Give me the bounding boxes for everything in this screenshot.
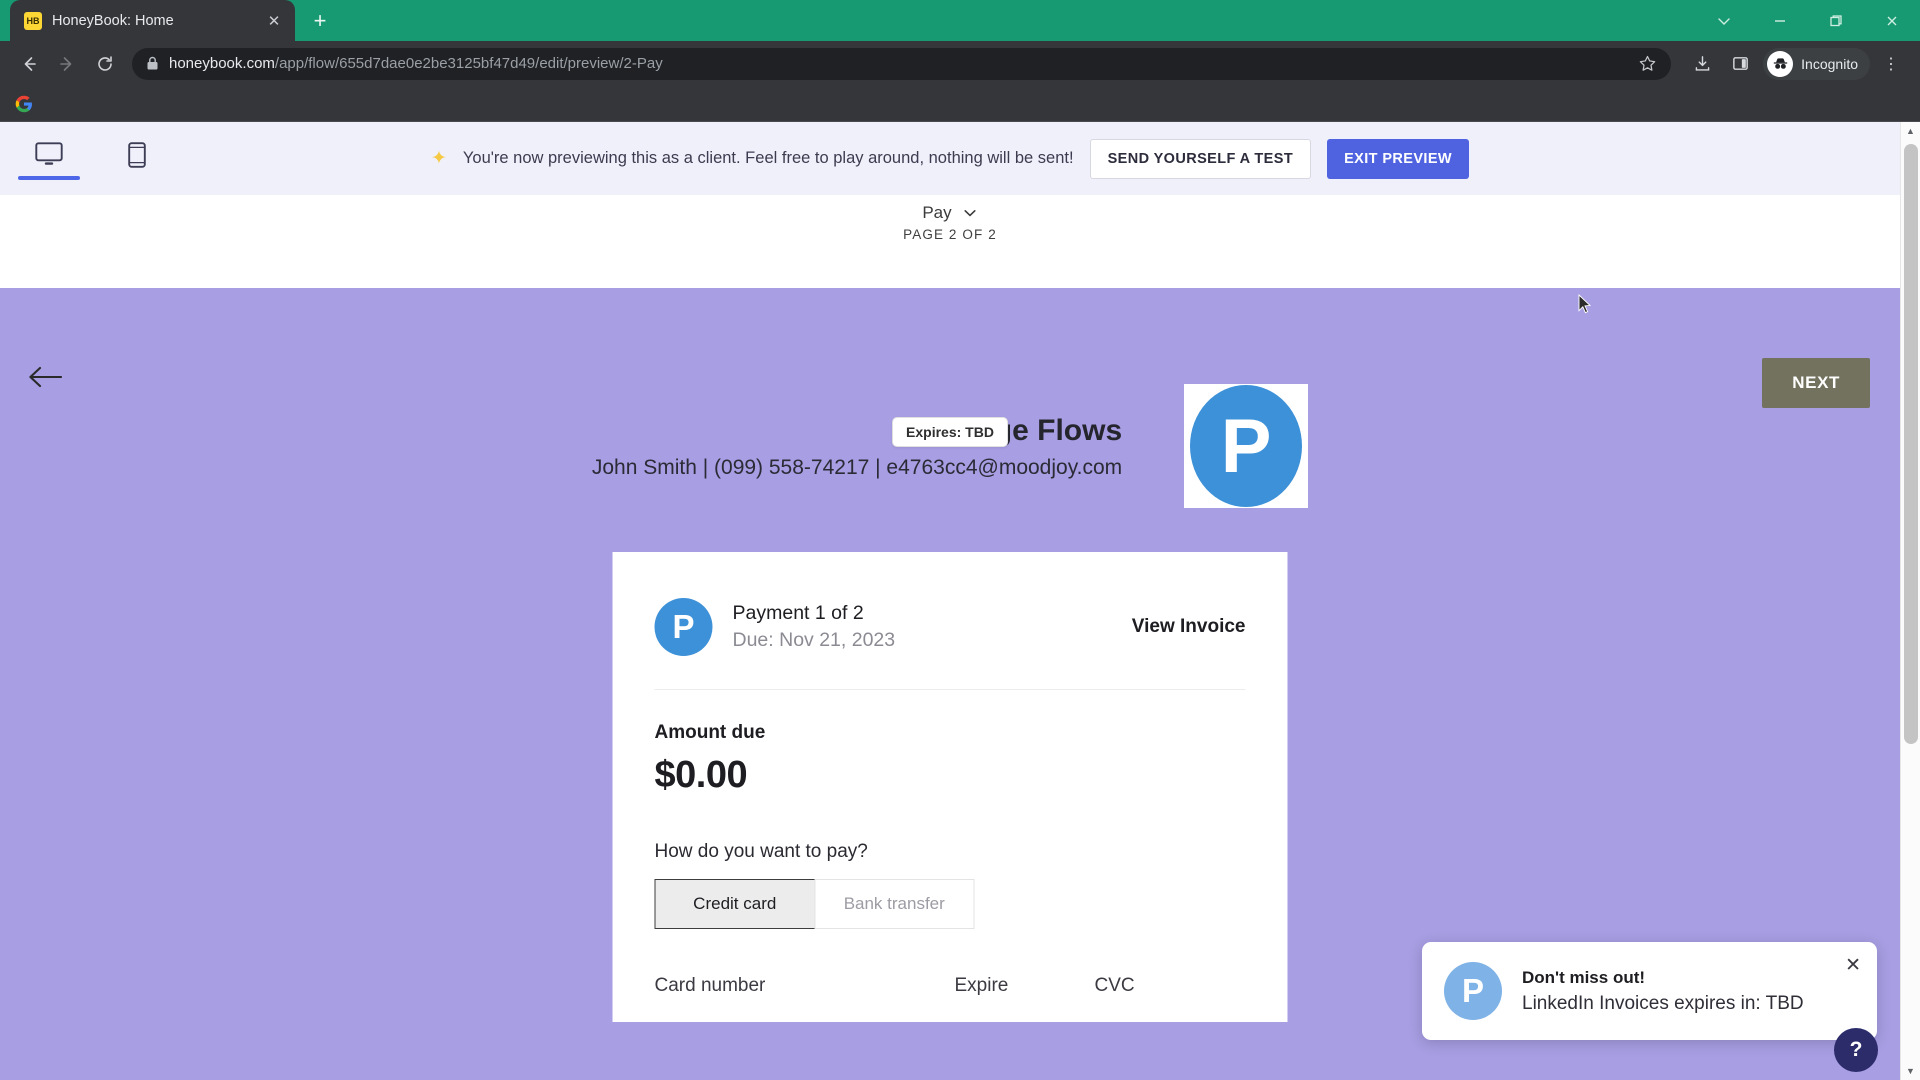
section-label: Pay [922,203,952,222]
payment-method-selector: Credit card Bank transfer [654,879,975,929]
scroll-up-icon[interactable]: ▲ [1901,122,1920,140]
section-selector[interactable]: Pay [922,203,977,223]
view-invoice-link[interactable]: View Invoice [1132,616,1246,638]
toast-title: Don't miss out! [1522,967,1646,987]
url-text: honeybook.com/app/flow/655d7dae0e2be3125… [169,55,663,72]
profile-label: Incognito [1801,55,1858,72]
payment-card: P Payment 1 of 2 Due: Nov 21, 2023 View … [612,552,1288,1022]
close-icon[interactable]: ✕ [1845,954,1861,977]
brand-contact-line: John Smith | (099) 558-74217 | e4763cc4@… [591,455,1123,479]
scroll-down-icon[interactable]: ▼ [1901,1062,1920,1080]
download-icon[interactable] [1685,47,1719,81]
address-bar[interactable]: honeybook.com/app/flow/655d7dae0e2be3125… [132,47,1672,80]
exit-preview-button[interactable]: EXIT PREVIEW [1327,138,1470,179]
payment-avatar: P [654,598,713,656]
expires-badge: Expires: TBD [892,417,1008,447]
tab-close-icon[interactable]: ✕ [263,10,285,32]
tab-title: HoneyBook: Home [52,12,174,29]
window-controls [1696,0,1920,41]
card-number-label: Card number [654,975,766,996]
payment-info: Payment 1 of 2 Due: Nov 21, 2023 [733,602,896,652]
minimize-icon[interactable] [1752,0,1808,41]
page-indicator: PAGE 2 OF 2 [903,227,997,242]
toolbar-icons: Incognito ⋮ [1685,47,1908,81]
cvc-label: CVC [1094,975,1135,996]
toast-avatar: P [1444,962,1502,1020]
url-path: /app/flow/655d7dae0e2be3125bf47d49/edit/… [274,55,663,72]
chevron-down-icon [964,210,976,217]
browser-tab[interactable]: HB HoneyBook: Home ✕ [10,0,295,41]
page-scrollbar[interactable]: ▲ ▼ [1900,122,1920,1080]
browser-toolbar: honeybook.com/app/flow/655d7dae0e2be3125… [0,41,1920,86]
close-icon[interactable] [1864,0,1920,41]
lock-icon [146,56,159,71]
help-button[interactable]: ? [1834,1028,1878,1072]
chevron-down-icon[interactable] [1696,0,1752,41]
how-to-pay-label: How do you want to pay? [654,841,868,862]
honeybook-favicon: HB [24,11,42,30]
amount-due-value: $0.00 [654,754,748,796]
new-tab-button[interactable]: + [303,4,337,38]
payment-method-bank-transfer[interactable]: Bank transfer [814,879,975,929]
amount-due-label: Amount due [654,722,766,743]
payment-summary-row: P Payment 1 of 2 Due: Nov 21, 2023 View … [654,598,1246,656]
flow-page-header: Pay PAGE 2 OF 2 [0,195,1900,288]
send-yourself-a-test-button[interactable]: SEND YOURSELF A TEST [1089,138,1312,179]
browser-menu-icon[interactable]: ⋮ [1874,47,1908,81]
preview-banner-message: You're now previewing this as a client. … [462,149,1074,167]
back-button[interactable] [12,47,46,81]
payment-method-credit-card[interactable]: Credit card [654,879,815,929]
back-arrow-icon[interactable] [28,365,63,394]
profile-incognito-button[interactable]: Incognito [1763,47,1870,80]
incognito-avatar-icon [1767,50,1794,77]
payment-due-date: Due: Nov 21, 2023 [732,629,896,651]
preview-banner: ✦ You're now previewing this as a client… [0,122,1900,314]
promo-toast[interactable]: P Don't miss out! LinkedIn Invoices expi… [1422,942,1877,1040]
card-divider [654,689,1246,690]
brand-header: Page Flows John Smith | (099) 558-74217 … [0,318,1900,508]
brand-logo-letter: P [1190,385,1303,507]
page-title: Page Flows [957,414,1123,448]
toast-body: Don't miss out! LinkedIn Invoices expire… [1522,968,1804,1015]
preview-banner-content: ✦ You're now previewing this as a client… [0,138,1900,179]
forward-button[interactable] [50,47,84,81]
toast-message: LinkedIn Invoices expires in: TBD [1522,992,1804,1014]
bookmarks-bar [0,86,1920,122]
payment-title: Payment 1 of 2 [732,602,864,624]
scrollbar-thumb[interactable] [1904,144,1918,744]
flow-page-nav: Pay PAGE 2 OF 2 [0,203,1900,242]
mouse-cursor-icon [1578,293,1592,319]
bookmark-star-icon[interactable] [1638,54,1657,73]
sparkle-icon: ✦ [430,148,447,169]
restore-icon[interactable] [1808,0,1864,41]
reload-button[interactable] [88,47,122,81]
honeybook-preview-page: ✦ You're now previewing this as a client… [0,122,1900,1080]
browser-window: HB HoneyBook: Home ✕ + honeybook.com/app… [0,0,1920,1080]
expire-label: Expire [954,975,1009,996]
google-bookmark-icon[interactable] [10,90,38,118]
url-domain: honeybook.com [169,55,275,72]
brand-logo: P [1184,384,1309,508]
brand-text-block: Page Flows John Smith | (099) 558-74217 … [592,412,1122,480]
card-fields-row: Card number Expire CVC [655,975,1246,997]
page-viewport: ✦ You're now previewing this as a client… [0,122,1920,1080]
side-panel-icon[interactable] [1723,47,1757,81]
tab-strip: HB HoneyBook: Home ✕ + [0,0,1920,41]
next-button[interactable]: NEXT [1762,358,1870,408]
